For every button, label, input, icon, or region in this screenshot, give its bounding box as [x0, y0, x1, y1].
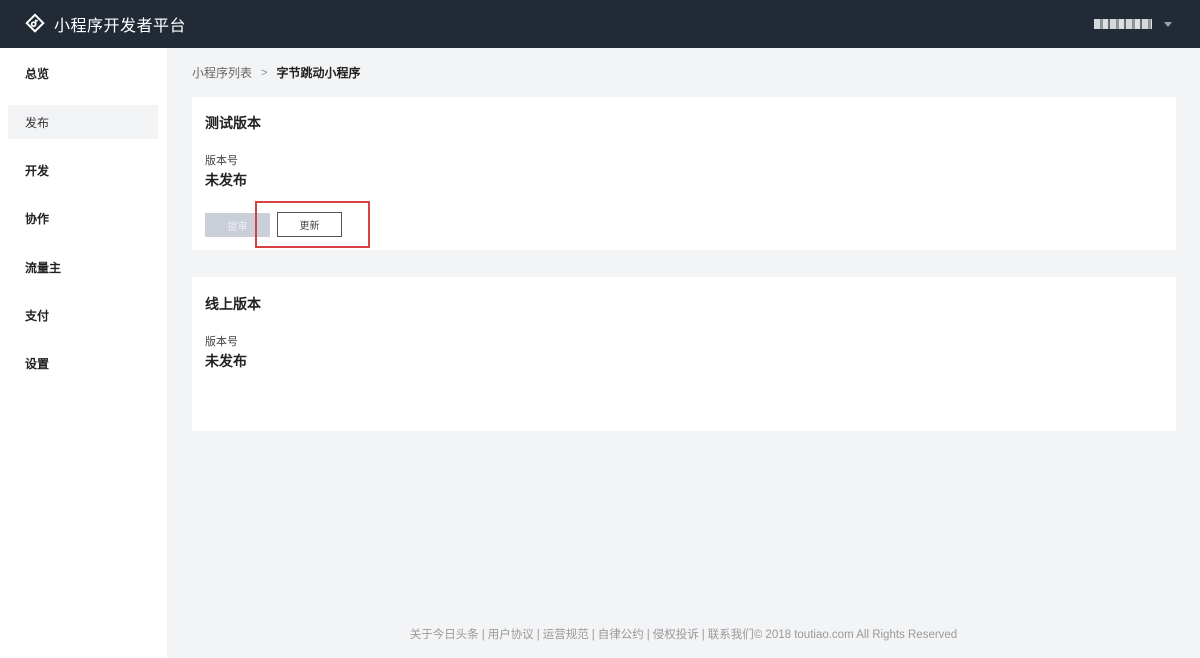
footer-link-user-agreement[interactable]: 用户协议 [488, 629, 534, 641]
footer-link-about[interactable]: 关于今日头条 [410, 629, 479, 641]
breadcrumb-parent-link[interactable]: 小程序列表 [192, 64, 252, 81]
sidebar-item-label: 总览 [25, 66, 50, 81]
sidebar-item-label: 协作 [25, 211, 50, 226]
footer-copyright: © 2018 toutiao.com All Rights Reserved [753, 629, 958, 641]
sidebar-item-traffic-owner[interactable]: 流量主 [8, 250, 158, 284]
app-logo-icon [25, 13, 45, 33]
footer: 关于今日头条 | 用户协议 | 运营规范 | 自律公约 | 侵权投诉 | 联系我们© 2018 to… [167, 626, 1200, 642]
sidebar-item-payment[interactable]: 支付 [8, 298, 158, 332]
footer-link-operation-rules[interactable]: 运营规范 [543, 629, 589, 641]
breadcrumb-current: 字节跳动小程序 [276, 66, 361, 80]
online-version-label: 版本号 [205, 336, 238, 348]
app-logo[interactable]: 小程序开发者平台 [24, 12, 186, 36]
footer-separator: | [646, 629, 650, 641]
online-version-value: 未发布 [205, 353, 247, 369]
user-name-obscured [1094, 19, 1152, 29]
online-version-title: 线上版本 [205, 296, 261, 312]
sidebar-item-label: 发布 [25, 115, 50, 130]
test-version-title: 测试版本 [205, 115, 261, 131]
app-title: 小程序开发者平台 [54, 18, 187, 35]
test-version-label: 版本号 [205, 155, 238, 167]
update-button[interactable]: 更新 [277, 212, 342, 237]
test-version-value: 未发布 [205, 172, 247, 188]
sidebar-item-label: 开发 [25, 163, 50, 178]
sidebar-item-collaborate[interactable]: 协作 [8, 201, 158, 235]
main-content: 小程序列表 > 字节跳动小程序 测试版本 版本号 未发布 提审 更新 线上版本 … [167, 48, 1200, 658]
sidebar: 总览 发布 开发 协作 流量主 支付 设置 [0, 48, 167, 658]
sidebar-item-label: 流量主 [25, 260, 62, 275]
footer-separator: | [701, 629, 705, 641]
test-version-card: 测试版本 版本号 未发布 提审 更新 [192, 97, 1176, 250]
footer-separator: | [481, 629, 485, 641]
footer-separator: | [591, 629, 595, 641]
sidebar-item-label: 支付 [25, 308, 50, 323]
online-version-card: 线上版本 版本号 未发布 [192, 277, 1176, 431]
sidebar-item-overview[interactable]: 总览 [8, 56, 158, 90]
breadcrumb-separator: > [261, 66, 268, 79]
sidebar-item-settings[interactable]: 设置 [8, 346, 158, 380]
breadcrumb: 小程序列表 > 字节跳动小程序 [192, 64, 360, 81]
footer-separator: | [536, 629, 540, 641]
top-bar: 小程序开发者平台 [0, 0, 1200, 48]
sidebar-item-publish[interactable]: 发布 [8, 105, 158, 139]
caret-down-icon [1164, 21, 1172, 27]
footer-link-contact[interactable]: 联系我们 [708, 629, 754, 641]
submit-review-button[interactable]: 提审 [205, 213, 270, 237]
sidebar-item-label: 设置 [25, 356, 50, 371]
user-menu[interactable] [1094, 0, 1172, 48]
footer-link-infringement[interactable]: 侵权投诉 [653, 629, 699, 641]
sidebar-item-develop[interactable]: 开发 [8, 153, 158, 187]
footer-link-self-discipline[interactable]: 自律公约 [598, 629, 644, 641]
